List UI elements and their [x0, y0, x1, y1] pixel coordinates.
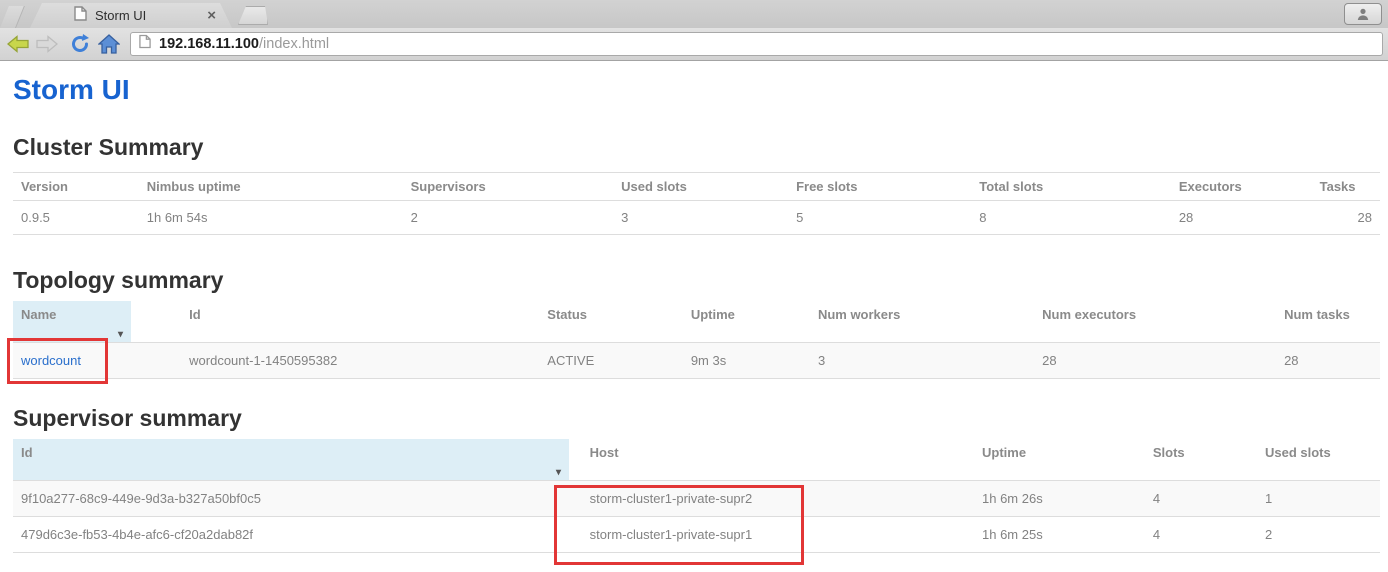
home-button[interactable] — [95, 33, 122, 55]
cell-supervisor-id: 9f10a277-68c9-449e-9d3a-b327a50bf0c5 — [13, 481, 582, 517]
cell-topology-status: ACTIVE — [539, 343, 683, 379]
cell-topology-workers: 3 — [810, 343, 1034, 379]
col-uptime[interactable]: Uptime — [683, 301, 810, 343]
col-id[interactable]: Id — [181, 301, 539, 343]
address-bar[interactable]: 192.168.11.100/index.html — [130, 32, 1383, 56]
topology-summary-table: Name ▾ Id Status Uptime Num workers Num … — [13, 301, 1380, 379]
back-button[interactable] — [4, 33, 31, 55]
col-tasks[interactable]: Tasks — [1312, 173, 1380, 201]
refresh-button[interactable] — [66, 33, 93, 55]
topology-summary-heading: Topology summary — [13, 265, 1380, 295]
col-status[interactable]: Status — [539, 301, 683, 343]
cell-topology-tasks: 28 — [1276, 343, 1380, 379]
cell-supervisor-id: 479d6c3e-fb53-4b4e-afc6-cf20a2dab82f — [13, 517, 582, 553]
col-executors[interactable]: Executors — [1171, 173, 1312, 201]
tab-close-icon[interactable]: × — [207, 9, 216, 23]
cell-supervisor-host: storm-cluster1-private-supr2 — [582, 481, 974, 517]
url-page-icon — [139, 34, 151, 54]
cell-executors: 28 — [1171, 201, 1312, 235]
cell-used-slots: 3 — [613, 201, 788, 235]
cell-supervisor-host: storm-cluster1-private-supr1 — [582, 517, 974, 553]
cell-nimbus-uptime: 1h 6m 54s — [139, 201, 403, 235]
cluster-summary-table: Version Nimbus uptime Supervisors Used s… — [13, 172, 1380, 235]
topology-header-row: Name ▾ Id Status Uptime Num workers Num … — [13, 301, 1380, 343]
sort-desc-icon[interactable]: ▾ — [556, 467, 561, 478]
url-path: /index.html — [259, 36, 329, 52]
cell-topology-name: wordcount — [13, 343, 181, 379]
cell-supervisor-slots: 4 — [1145, 517, 1257, 553]
cell-topology-id: wordcount-1-1450595382 — [181, 343, 539, 379]
sort-desc-icon[interactable]: ▾ — [118, 329, 123, 340]
page-favicon-icon — [74, 6, 87, 26]
home-icon — [98, 34, 120, 54]
col-num-workers[interactable]: Num workers — [810, 301, 1034, 343]
browser-toolbar: 192.168.11.100/index.html — [0, 28, 1388, 61]
tab-strip-edge — [0, 6, 25, 28]
supervisor-summary-heading: Supervisor summary — [13, 403, 1380, 433]
topology-row: wordcount wordcount-1-1450595382 ACTIVE … — [13, 343, 1380, 379]
col-host[interactable]: Host — [582, 439, 974, 481]
profile-button[interactable] — [1344, 3, 1382, 25]
col-used-slots[interactable]: Used slots — [1257, 439, 1380, 481]
cell-topology-uptime: 9m 3s — [683, 343, 810, 379]
url-text: 192.168.11.100/index.html — [159, 36, 329, 52]
col-supervisors[interactable]: Supervisors — [403, 173, 614, 201]
cell-supervisor-used-slots: 1 — [1257, 481, 1380, 517]
supervisor-row-1: 9f10a277-68c9-449e-9d3a-b327a50bf0c5 sto… — [13, 481, 1380, 517]
cell-supervisors: 2 — [403, 201, 614, 235]
col-supervisor-uptime[interactable]: Uptime — [974, 439, 1145, 481]
supervisor-summary-table: Id ▾ Host Uptime Slots Used slots 9f10a2… — [13, 439, 1380, 553]
forward-button[interactable] — [33, 33, 60, 55]
supervisor-row-2: 479d6c3e-fb53-4b4e-afc6-cf20a2dab82f sto… — [13, 517, 1380, 553]
cluster-row: 0.9.5 1h 6m 54s 2 3 5 8 28 28 — [13, 201, 1380, 235]
forward-arrow-icon — [36, 35, 58, 53]
col-num-executors[interactable]: Num executors — [1034, 301, 1276, 343]
supervisor-header-row: Id ▾ Host Uptime Slots Used slots — [13, 439, 1380, 481]
cell-supervisor-uptime: 1h 6m 26s — [974, 481, 1145, 517]
col-free-slots[interactable]: Free slots — [788, 173, 971, 201]
col-total-slots[interactable]: Total slots — [971, 173, 1171, 201]
cell-supervisor-uptime: 1h 6m 25s — [974, 517, 1145, 553]
col-slots[interactable]: Slots — [1145, 439, 1257, 481]
col-num-tasks[interactable]: Num tasks — [1276, 301, 1380, 343]
tab-title: Storm UI — [95, 8, 207, 23]
storm-ui-page: Storm UI Cluster Summary Version Nimbus … — [0, 74, 1388, 553]
refresh-icon — [70, 34, 90, 54]
topology-name-link[interactable]: wordcount — [21, 353, 81, 368]
col-name-sorted[interactable]: Name ▾ — [13, 301, 181, 343]
browser-tab[interactable]: Storm UI × — [30, 3, 232, 28]
cell-supervisor-slots: 4 — [1145, 481, 1257, 517]
cell-free-slots: 5 — [788, 201, 971, 235]
back-arrow-icon — [7, 35, 29, 53]
cell-tasks: 28 — [1312, 201, 1380, 235]
cell-total-slots: 8 — [971, 201, 1171, 235]
cluster-summary-heading: Cluster Summary — [13, 132, 1380, 162]
cluster-header-row: Version Nimbus uptime Supervisors Used s… — [13, 173, 1380, 201]
browser-tab-strip: Storm UI × — [0, 0, 1388, 28]
page-title[interactable]: Storm UI — [13, 74, 1380, 106]
new-tab-button[interactable] — [238, 6, 268, 25]
user-profile-icon — [1356, 7, 1370, 21]
col-nimbus-uptime[interactable]: Nimbus uptime — [139, 173, 403, 201]
col-supervisor-id-sorted[interactable]: Id ▾ — [13, 439, 582, 481]
cell-version: 0.9.5 — [13, 201, 139, 235]
col-used-slots[interactable]: Used slots — [613, 173, 788, 201]
col-version[interactable]: Version — [13, 173, 139, 201]
cell-supervisor-used-slots: 2 — [1257, 517, 1380, 553]
url-host: 192.168.11.100 — [159, 36, 259, 52]
cell-topology-executors: 28 — [1034, 343, 1276, 379]
